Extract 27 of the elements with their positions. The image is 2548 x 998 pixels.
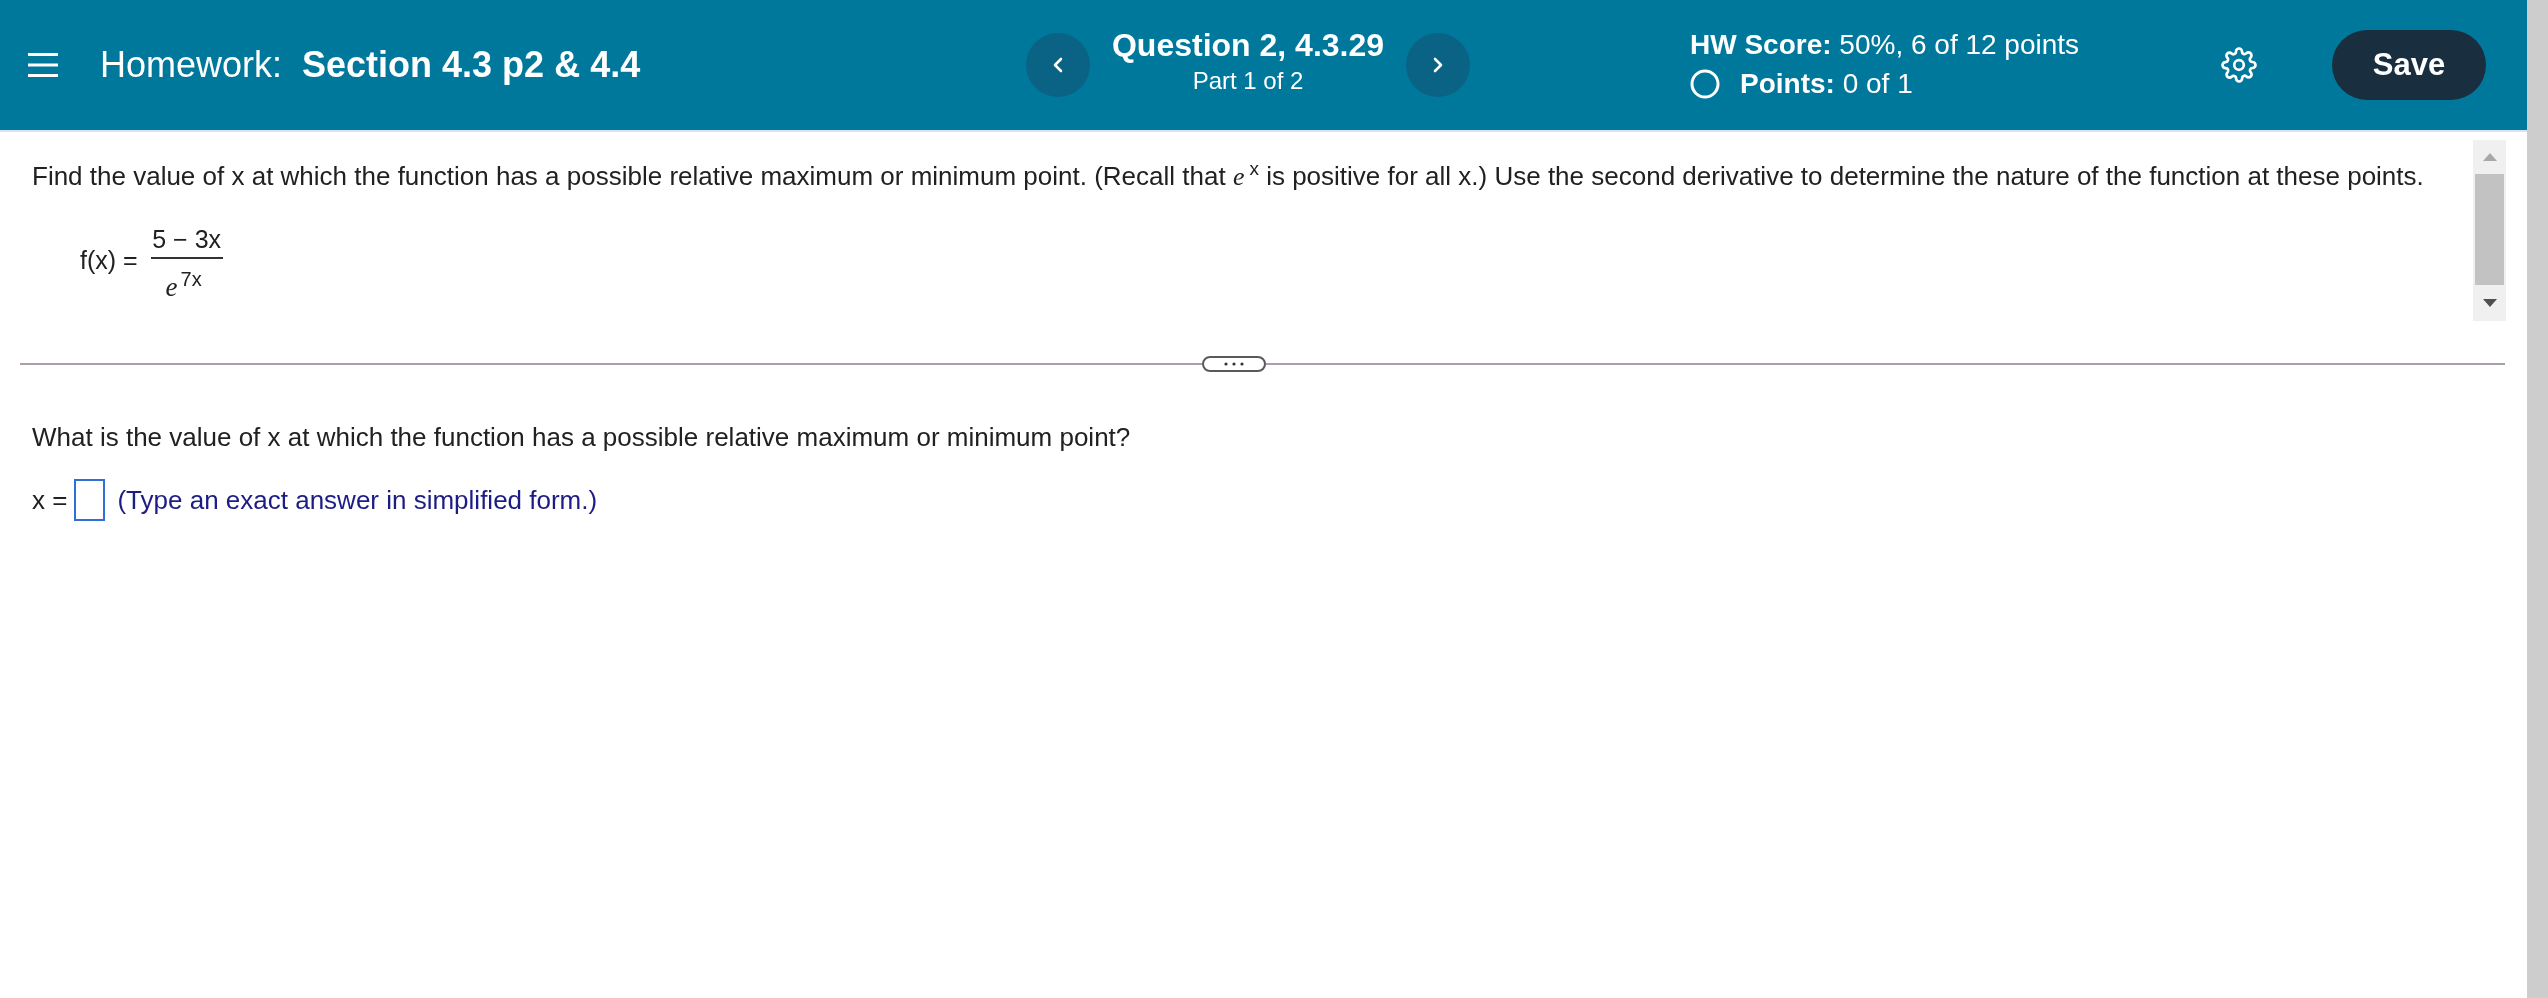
ellipsis-icon — [1224, 362, 1244, 366]
menu-icon[interactable] — [28, 53, 58, 77]
homework-title: Section 4.3 p2 & 4.4 — [302, 44, 641, 86]
save-button[interactable]: Save — [2332, 30, 2486, 100]
hw-score: HW Score: 50%, 6 of 12 points — [1690, 28, 2080, 62]
answer-box[interactable] — [74, 479, 106, 521]
question-statement: Find the value of x at which the function has a possible relative maximum or minimum point. (Recall that e$^{x}$ is positive for all x.) Use the second derivative to determine the nature of the function at these points. — [32, 157, 2425, 192]
settings-icon[interactable] — [2221, 47, 2257, 83]
chevron-right-icon — [1433, 57, 1443, 73]
up-arrow-icon[interactable] — [2482, 153, 2497, 161]
fraction-denominator: e$^{7x}$ — [165, 266, 203, 303]
page-scrollbar[interactable] — [2527, 0, 2548, 998]
down-arrow-icon[interactable] — [2482, 299, 2497, 307]
scrollbar-thumb[interactable] — [2475, 174, 2504, 285]
scrollbar-track[interactable] — [2473, 140, 2506, 321]
question-part: Part 1 of 2 — [1192, 66, 1304, 96]
title-prefix: Homework: — [100, 44, 283, 86]
answer-hint: (Type an exact answer in simplified form.) — [117, 485, 598, 515]
points-text: Points: 0 of 1 — [1740, 67, 1913, 101]
question-prompt: What is the value of x at which the function has a possible relative maximum or minimum point? — [32, 422, 1132, 452]
question-title: Question 2, 4.3.29 — [1111, 27, 1385, 63]
answer-label: x = — [32, 485, 68, 515]
status-circle-icon — [1690, 69, 1720, 99]
function-label: f(x) = — [80, 244, 138, 275]
fraction-numerator: 5 − 3x — [152, 224, 222, 255]
more-button[interactable] — [1202, 356, 1266, 372]
chevron-left-icon — [1053, 57, 1063, 73]
